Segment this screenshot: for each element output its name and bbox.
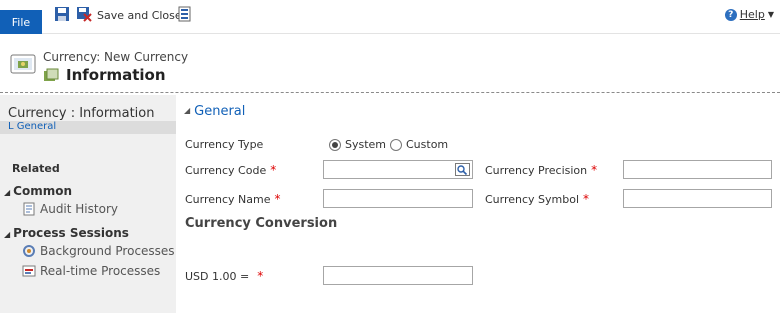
required-marker: *	[274, 192, 281, 206]
nav-item-audit-history[interactable]: Audit History	[22, 202, 118, 216]
section-general[interactable]: ◢ General	[184, 104, 245, 119]
left-navigation: Currency : Information L General Related…	[0, 95, 176, 313]
required-marker: *	[583, 192, 590, 206]
required-marker: *	[257, 269, 264, 283]
save-and-new-icon[interactable]	[177, 6, 193, 22]
currency-code-label: Currency Code *	[185, 163, 277, 177]
currency-type-custom-radio[interactable]: Custom	[390, 138, 448, 151]
currency-name-input[interactable]	[323, 189, 473, 208]
currency-symbol-label: Currency Symbol *	[485, 192, 590, 206]
help-icon: ?	[724, 8, 737, 21]
expand-triangle-icon: ◢	[4, 230, 11, 239]
exchange-rate-label: USD 1.00 = *	[185, 269, 264, 283]
file-button[interactable]: File	[0, 10, 42, 34]
nav-group-common-label: Common	[13, 184, 73, 198]
save-icon[interactable]	[54, 6, 70, 22]
save-and-close-button[interactable]: Save and Close	[97, 9, 182, 22]
radio-custom-label: Custom	[406, 138, 449, 151]
nav-item-general-label: L General	[8, 121, 57, 132]
radio-unselected-icon	[390, 138, 402, 151]
background-processes-icon	[23, 245, 35, 257]
expand-triangle-icon: ◢	[4, 188, 11, 197]
exchange-rate-input[interactable]	[323, 266, 473, 285]
currency-precision-input[interactable]	[623, 160, 772, 179]
radio-system-label: System	[345, 138, 387, 151]
nav-item-realtime-processes[interactable]: Real-time Processes	[22, 264, 160, 278]
currency-type-system-radio[interactable]: System	[329, 138, 386, 151]
audit-history-icon	[23, 202, 35, 216]
currency-precision-label: Currency Precision *	[485, 163, 598, 177]
currency-code-input[interactable]	[323, 160, 473, 179]
command-bar: File Save and Close ? Help ▼	[0, 0, 780, 34]
collapse-triangle-icon: ◢	[184, 106, 191, 115]
currency-name-label: Currency Name *	[185, 192, 281, 206]
realtime-processes-icon	[22, 265, 36, 277]
lookup-icon[interactable]	[455, 163, 470, 176]
chevron-down-icon: ▼	[767, 10, 774, 19]
nav-item-realtime-processes-label: Real-time Processes	[40, 264, 161, 278]
nav-item-background-processes[interactable]: Background Processes	[22, 244, 175, 258]
nav-group-process-sessions[interactable]: ◢ Process Sessions	[4, 226, 129, 240]
nav-item-background-processes-label: Background Processes	[40, 244, 175, 258]
form-title[interactable]: Information	[66, 66, 166, 84]
save-and-close-icon[interactable]	[76, 6, 92, 22]
required-marker: *	[591, 163, 598, 177]
required-marker: *	[270, 163, 277, 177]
entity-label: Currency: New Currency	[43, 50, 189, 64]
currency-symbol-input[interactable]	[623, 189, 772, 208]
form-icon	[44, 68, 59, 81]
form-header: Currency: New Currency Information	[0, 35, 780, 93]
nav-group-common[interactable]: ◢ Common	[4, 184, 72, 198]
nav-item-audit-history-label: Audit History	[40, 202, 118, 216]
help-label: Help	[739, 8, 765, 21]
currency-conversion-heading: Currency Conversion	[185, 216, 338, 231]
section-general-label: General	[194, 104, 246, 119]
nav-group-process-sessions-label: Process Sessions	[13, 226, 129, 240]
radio-selected-icon	[329, 138, 341, 151]
nav-item-general[interactable]: L General	[0, 121, 176, 134]
help-button[interactable]: ? Help ▼	[724, 8, 774, 21]
related-heading: Related	[12, 162, 60, 175]
nav-title: Currency : Information	[8, 106, 155, 121]
currency-entity-icon	[10, 54, 36, 74]
currency-type-label: Currency Type	[185, 138, 264, 151]
